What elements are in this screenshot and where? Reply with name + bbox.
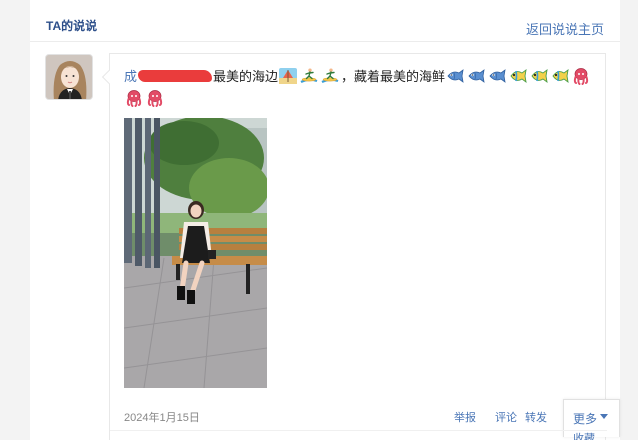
forward-link[interactable]: 转发 xyxy=(525,409,547,425)
avatar-image xyxy=(46,55,92,99)
surfer-icon xyxy=(299,67,319,85)
surfer-icon xyxy=(320,67,340,85)
tropical-fish-icon xyxy=(508,67,528,85)
fish-icon xyxy=(487,67,507,85)
octopus-icon xyxy=(145,89,165,107)
tropical-fish-icon xyxy=(529,67,549,85)
divider xyxy=(110,430,607,431)
more-dropdown[interactable]: 更多 收藏 xyxy=(563,399,620,440)
post-meta-row: 2024年1月15日 举报 评论 转发 更多 收藏 xyxy=(124,399,620,440)
tropical-fish-icon xyxy=(550,67,570,85)
author-name[interactable]: 成 xyxy=(124,69,137,84)
back-to-home-link[interactable]: 返回说说主页 xyxy=(526,19,604,38)
post-text: 成 最美的海边 ，藏着最美的海鲜 xyxy=(124,66,594,110)
post-photo[interactable] xyxy=(124,118,267,388)
octopus-icon xyxy=(124,89,144,107)
main-panel: TA的说说 返回说说主页 成 最美的海边 ，藏着最美的海鲜 2024年1月15日 … xyxy=(30,0,620,440)
post-text-part1: 最美的海边 xyxy=(213,69,279,84)
girl-on-bench-photo xyxy=(124,118,267,388)
card-pointer xyxy=(101,69,117,85)
beach-umbrella-icon xyxy=(278,67,298,85)
emoji-group-1 xyxy=(278,69,341,84)
fish-icon xyxy=(445,67,465,85)
redaction-mark xyxy=(138,70,213,82)
more-button[interactable]: 更多 xyxy=(573,410,597,427)
post-date: 2024年1月15日 xyxy=(124,412,200,424)
report-link[interactable]: 举报 xyxy=(454,409,476,425)
avatar[interactable] xyxy=(45,54,93,100)
post-text-part2: ，藏着最美的海鲜 xyxy=(341,69,446,84)
chevron-down-icon xyxy=(600,414,608,419)
page-title: TA的说说 xyxy=(46,19,98,33)
comment-link[interactable]: 评论 xyxy=(495,409,517,425)
page-header: TA的说说 返回说说主页 xyxy=(30,0,620,42)
favorite-menu-item[interactable]: 收藏 xyxy=(573,430,595,440)
fish-icon xyxy=(466,67,486,85)
post-card: 成 最美的海边 ，藏着最美的海鲜 2024年1月15日 举报 评论 转发 更多 收… xyxy=(101,53,620,440)
octopus-icon xyxy=(571,67,591,85)
